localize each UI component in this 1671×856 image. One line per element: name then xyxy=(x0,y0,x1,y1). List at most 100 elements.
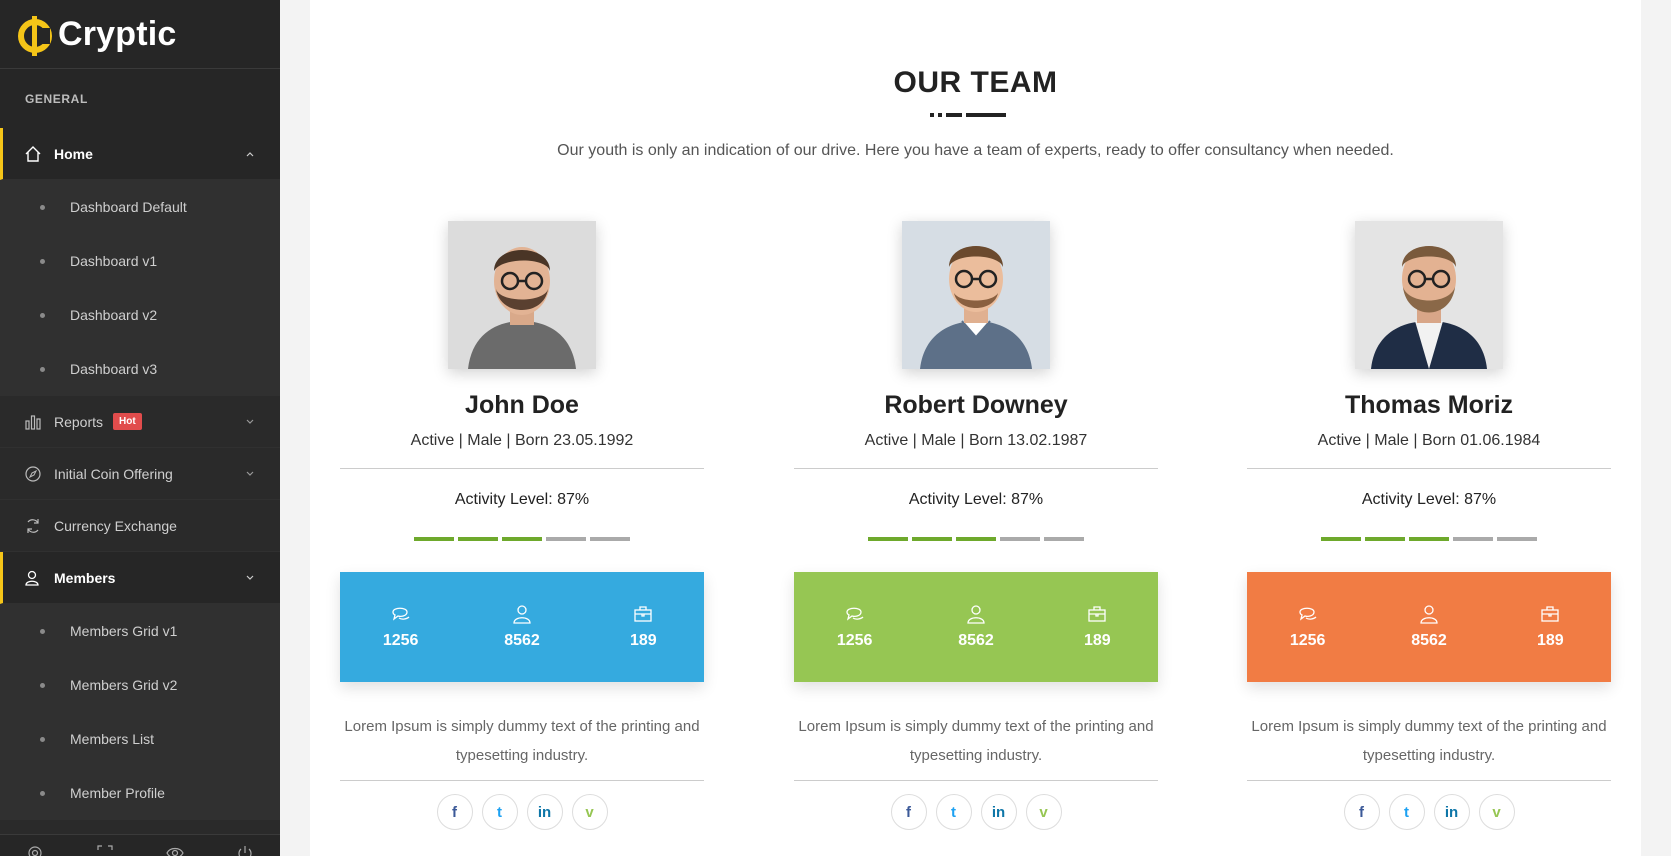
social-links: f t in v xyxy=(340,794,704,830)
stat-projects[interactable]: 189 xyxy=(1057,604,1137,650)
member-avatar[interactable] xyxy=(1355,221,1503,369)
sidebar-subitem-members-grid-v2[interactable]: Members Grid v2 xyxy=(0,658,280,712)
stat-value: 1256 xyxy=(1289,632,1326,649)
facebook-icon[interactable]: f xyxy=(1343,794,1380,830)
stat-messages[interactable]: 1256 xyxy=(815,604,895,650)
gear-icon[interactable] xyxy=(26,844,44,856)
sidebar-item-members[interactable]: Members xyxy=(0,552,280,604)
stat-messages[interactable]: 1256 xyxy=(1268,604,1348,650)
divider xyxy=(1247,780,1611,781)
user-icon xyxy=(1420,605,1438,624)
bullet-icon xyxy=(40,204,45,210)
progress-segment xyxy=(546,537,586,541)
sidebar-item-label: Members xyxy=(54,569,116,586)
progress-segment xyxy=(1000,537,1040,541)
facebook-icon[interactable]: f xyxy=(890,794,927,830)
vimeo-icon[interactable]: v xyxy=(1478,794,1515,830)
divider xyxy=(794,468,1158,469)
sidebar-item-ico[interactable]: Initial Coin Offering xyxy=(0,448,280,500)
sidebar-subitem-dashboard-v1[interactable]: Dashboard v1 xyxy=(0,234,280,288)
bar-chart-icon xyxy=(25,414,41,430)
chevron-down-icon xyxy=(245,417,255,427)
twitter-icon[interactable]: t xyxy=(1388,794,1425,830)
sidebar-subitem-dashboard-v2[interactable]: Dashboard v2 xyxy=(0,288,280,342)
member-card: Robert Downey Active | Male | Born 13.02… xyxy=(794,221,1158,830)
stat-value: 8562 xyxy=(958,632,994,649)
member-card: John Doe Active | Male | Born 23.05.1992… xyxy=(340,221,704,830)
sidebar-item-reports[interactable]: Reports Hot xyxy=(0,396,280,448)
sidebar-item-label: Initial Coin Offering xyxy=(54,465,173,482)
activity-level: Activity Level: 87% xyxy=(908,491,1044,508)
progress-segment xyxy=(458,537,498,541)
member-description: Lorem Ipsum is simply dummy text of the … xyxy=(798,718,1154,764)
chevron-up-icon xyxy=(245,149,255,159)
sidebar-item-currency-exchange[interactable]: Currency Exchange xyxy=(0,500,280,552)
progress-segment xyxy=(590,537,630,541)
activity-progress xyxy=(794,537,1158,541)
sidebar-subitem-label: Dashboard v3 xyxy=(70,361,158,377)
user-icon xyxy=(967,605,985,624)
progress-segment xyxy=(1321,537,1361,541)
home-icon xyxy=(25,145,41,162)
sidebar-subitem-label: Members Grid v1 xyxy=(70,623,178,639)
sidebar-subitem-dashboard-v3[interactable]: Dashboard v3 xyxy=(0,342,280,396)
linkedin-icon[interactable]: in xyxy=(1433,794,1470,830)
comments-icon xyxy=(846,607,864,621)
title-underline xyxy=(930,113,1006,117)
briefcase-icon xyxy=(634,606,652,622)
facebook-icon[interactable]: f xyxy=(436,794,473,830)
stat-projects[interactable]: 189 xyxy=(603,604,683,650)
eye-icon[interactable] xyxy=(166,844,184,856)
stat-value: 189 xyxy=(1083,632,1111,649)
sidebar-subitem-members-grid-v1[interactable]: Members Grid v1 xyxy=(0,604,280,658)
sidebar-subitem-dashboard-default[interactable]: Dashboard Default xyxy=(0,180,280,234)
expand-icon[interactable] xyxy=(96,844,114,856)
divider xyxy=(794,780,1158,781)
progress-segment xyxy=(1365,537,1405,541)
bullet-icon xyxy=(40,312,45,318)
twitter-icon[interactable]: t xyxy=(935,794,972,830)
member-meta: Active | Male | Born 13.02.1987 xyxy=(864,432,1088,449)
progress-segment xyxy=(414,537,454,541)
divider xyxy=(340,780,704,781)
sidebar-subitem-member-profile[interactable]: Member Profile xyxy=(0,766,280,820)
brand[interactable]: Cryptic xyxy=(0,0,280,69)
social-links: f t in v xyxy=(1247,794,1611,830)
vimeo-icon[interactable]: v xyxy=(571,794,608,830)
bullet-icon xyxy=(40,790,45,796)
stat-followers[interactable]: 8562 xyxy=(936,604,1016,650)
stats-bar: 1256 8562 189 xyxy=(1247,572,1611,682)
stat-value: 189 xyxy=(1536,632,1564,649)
stat-followers[interactable]: 8562 xyxy=(482,604,562,650)
cryptic-logo-icon xyxy=(18,16,52,56)
stat-value: 1256 xyxy=(382,632,419,649)
main-content: OUR TEAM Our youth is only an indication… xyxy=(310,0,1641,856)
chevron-down-icon xyxy=(245,469,255,479)
bullet-icon xyxy=(40,628,45,634)
sidebar-footer xyxy=(0,834,280,856)
stat-value: 189 xyxy=(629,632,657,649)
member-avatar[interactable] xyxy=(902,221,1050,369)
linkedin-icon[interactable]: in xyxy=(526,794,563,830)
social-links: f t in v xyxy=(794,794,1158,830)
member-avatar[interactable] xyxy=(448,221,596,369)
sidebar-subitem-members-list[interactable]: Members List xyxy=(0,712,280,766)
activity-progress xyxy=(340,537,704,541)
stat-followers[interactable]: 8562 xyxy=(1389,604,1469,650)
sidebar-item-label: Home xyxy=(54,145,93,162)
sidebar-item-home[interactable]: Home xyxy=(0,128,280,180)
twitter-icon[interactable]: t xyxy=(481,794,518,830)
page-title: OUR TEAM xyxy=(893,66,1058,99)
power-icon[interactable] xyxy=(236,844,254,856)
progress-segment xyxy=(1453,537,1493,541)
activity-level: Activity Level: 87% xyxy=(454,491,590,508)
bullet-icon xyxy=(40,736,45,742)
progress-segment xyxy=(1409,537,1449,541)
vimeo-icon[interactable]: v xyxy=(1025,794,1062,830)
stat-projects[interactable]: 189 xyxy=(1510,604,1590,650)
linkedin-icon[interactable]: in xyxy=(980,794,1017,830)
member-description: Lorem Ipsum is simply dummy text of the … xyxy=(1251,718,1607,764)
member-name: John Doe xyxy=(465,391,579,419)
stat-messages[interactable]: 1256 xyxy=(361,604,441,650)
member-meta: Active | Male | Born 01.06.1984 xyxy=(1317,432,1541,449)
